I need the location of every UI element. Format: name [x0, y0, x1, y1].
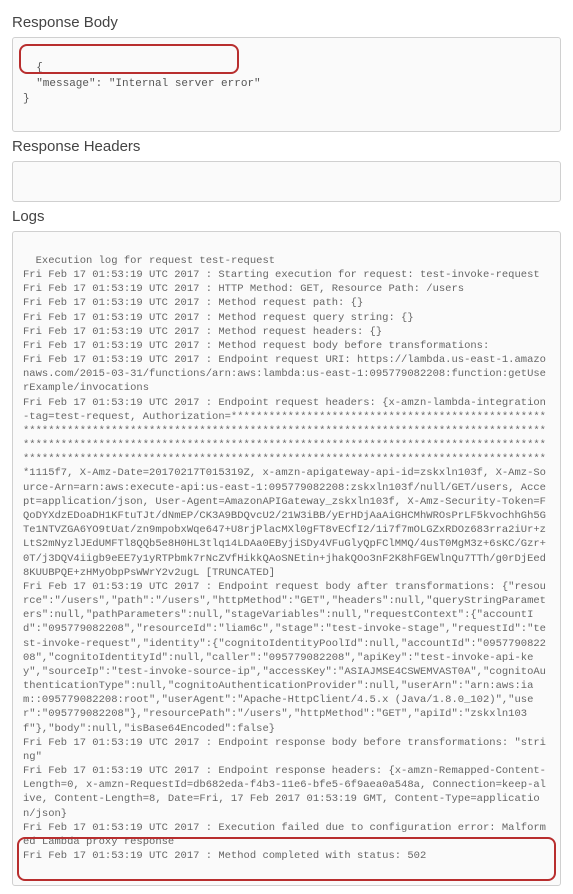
response-body-title: Response Body	[12, 14, 561, 31]
response-headers-title: Response Headers	[12, 138, 561, 155]
annotation-box-1	[19, 44, 239, 74]
response-headers-box	[12, 161, 561, 202]
logs-content: Execution log for request test-request F…	[23, 255, 546, 862]
response-body-content: { "message": "Internal server error" }	[23, 62, 261, 105]
response-body-box: { "message": "Internal server error" }	[12, 37, 561, 132]
logs-title: Logs	[12, 208, 561, 225]
logs-box: Execution log for request test-request F…	[12, 231, 561, 887]
